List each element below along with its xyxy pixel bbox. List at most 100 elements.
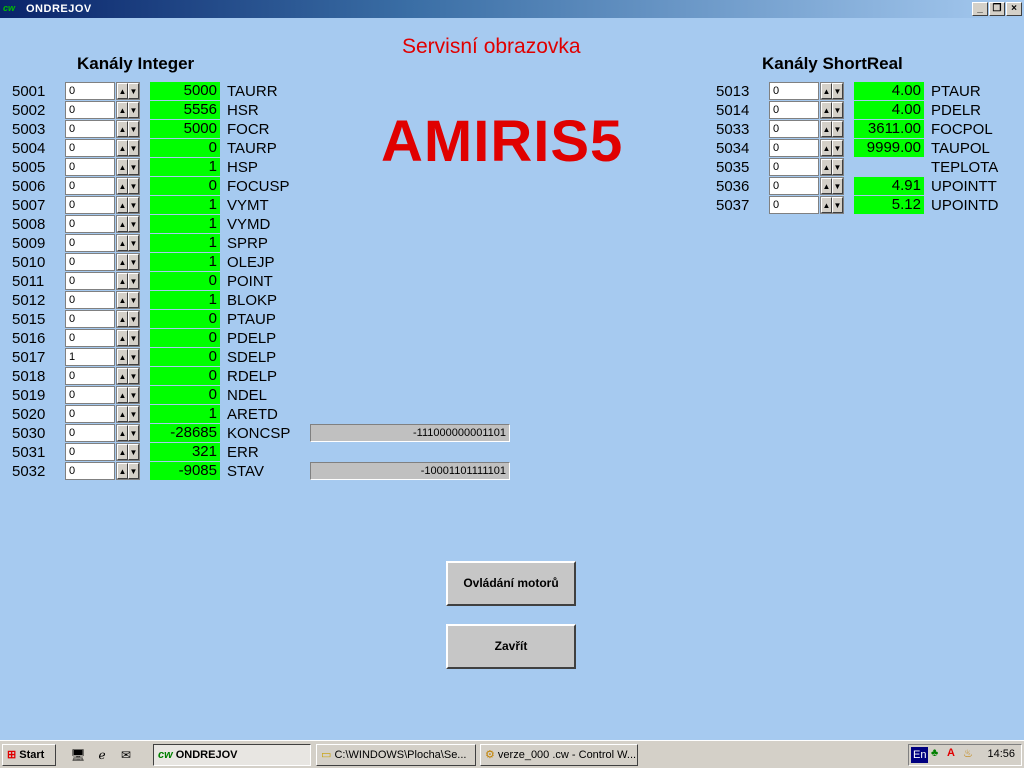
motor-control-button[interactable]: Ovládání motorů [446,561,576,606]
arrow-down-icon[interactable]: ▼ [128,387,139,403]
arrow-up-icon[interactable]: ▲ [117,159,128,175]
arrow-down-icon[interactable]: ▼ [128,216,139,232]
task-ondrejov[interactable]: cw ONDREJOV [153,744,311,766]
spin-control[interactable]: ▲ ▼ [820,196,844,214]
tray-app-icon[interactable]: ♣ [931,747,938,759]
arrow-up-icon[interactable]: ▲ [117,102,128,118]
arrow-down-icon[interactable]: ▼ [832,121,843,137]
arrow-up-icon[interactable]: ▲ [117,406,128,422]
spin-control[interactable]: ▲ ▼ [820,120,844,138]
arrow-up-icon[interactable]: ▲ [117,83,128,99]
channel-input[interactable] [769,177,819,195]
title-bar[interactable]: cw ONDREJOV _ ❐ × [0,0,1024,18]
channel-input[interactable] [65,120,115,138]
close-button[interactable]: Zavřít [446,624,576,669]
arrow-up-icon[interactable]: ▲ [117,311,128,327]
channel-input[interactable] [65,234,115,252]
spin-control[interactable]: ▲ ▼ [116,291,140,309]
spin-control[interactable]: ▲ ▼ [116,158,140,176]
arrow-down-icon[interactable]: ▼ [128,273,139,289]
arrow-down-icon[interactable]: ▼ [128,178,139,194]
ie-icon[interactable]: ℯ [94,747,110,763]
arrow-up-icon[interactable]: ▲ [117,273,128,289]
spin-control[interactable]: ▲ ▼ [116,386,140,404]
arrow-down-icon[interactable]: ▼ [128,159,139,175]
spin-control[interactable]: ▲ ▼ [116,272,140,290]
channel-input[interactable] [65,253,115,271]
arrow-up-icon[interactable]: ▲ [117,216,128,232]
channel-input[interactable] [65,443,115,461]
channel-input[interactable] [769,158,819,176]
arrow-up-icon[interactable]: ▲ [117,425,128,441]
channel-input[interactable] [65,139,115,157]
arrow-down-icon[interactable]: ▼ [128,444,139,460]
arrow-up-icon[interactable]: ▲ [117,349,128,365]
spin-control[interactable]: ▲ ▼ [116,253,140,271]
language-indicator[interactable]: En [911,747,929,763]
arrow-down-icon[interactable]: ▼ [128,349,139,365]
arrow-up-icon[interactable]: ▲ [117,121,128,137]
arrow-up-icon[interactable]: ▲ [821,102,832,118]
channel-input[interactable] [65,215,115,233]
spin-control[interactable]: ▲ ▼ [820,177,844,195]
ati-icon[interactable]: A [947,747,955,759]
arrow-down-icon[interactable]: ▼ [128,368,139,384]
spin-control[interactable]: ▲ ▼ [820,139,844,157]
arrow-up-icon[interactable]: ▲ [117,178,128,194]
show-desktop-icon[interactable]: 🖥 [70,747,86,763]
task-control-web[interactable]: ⚙ verze_000 .cw - Control W... [480,744,638,766]
arrow-down-icon[interactable]: ▼ [128,330,139,346]
arrow-down-icon[interactable]: ▼ [128,121,139,137]
spin-control[interactable]: ▲ ▼ [116,443,140,461]
spin-control[interactable]: ▲ ▼ [116,367,140,385]
arrow-down-icon[interactable]: ▼ [128,311,139,327]
spin-control[interactable]: ▲ ▼ [116,234,140,252]
channel-input[interactable] [65,367,115,385]
arrow-down-icon[interactable]: ▼ [128,254,139,270]
arrow-down-icon[interactable]: ▼ [128,292,139,308]
channel-input[interactable] [769,139,819,157]
spin-control[interactable]: ▲ ▼ [116,196,140,214]
spin-control[interactable]: ▲ ▼ [116,310,140,328]
arrow-up-icon[interactable]: ▲ [117,463,128,479]
arrow-down-icon[interactable]: ▼ [832,178,843,194]
tray-app-icon-2[interactable]: ♨ [963,747,973,760]
arrow-down-icon[interactable]: ▼ [832,140,843,156]
channel-input[interactable] [769,120,819,138]
arrow-up-icon[interactable]: ▲ [117,330,128,346]
spin-control[interactable]: ▲ ▼ [116,348,140,366]
arrow-up-icon[interactable]: ▲ [117,235,128,251]
arrow-down-icon[interactable]: ▼ [128,83,139,99]
channel-input[interactable] [65,158,115,176]
channel-input[interactable] [65,329,115,347]
spin-control[interactable]: ▲ ▼ [820,101,844,119]
spin-control[interactable]: ▲ ▼ [116,177,140,195]
restore-button[interactable]: ❐ [989,2,1005,16]
channel-input[interactable] [769,101,819,119]
task-explorer[interactable]: ▭ C:\WINDOWS\Plocha\Se... [316,744,476,766]
arrow-down-icon[interactable]: ▼ [128,102,139,118]
spin-control[interactable]: ▲ ▼ [116,405,140,423]
channel-input[interactable] [65,462,115,480]
start-button[interactable]: ⊞ Start [2,744,56,766]
channel-input[interactable] [769,196,819,214]
arrow-up-icon[interactable]: ▲ [117,387,128,403]
arrow-up-icon[interactable]: ▲ [821,83,832,99]
spin-control[interactable]: ▲ ▼ [116,424,140,442]
arrow-up-icon[interactable]: ▲ [117,368,128,384]
channel-input[interactable] [65,348,115,366]
spin-control[interactable]: ▲ ▼ [116,329,140,347]
arrow-down-icon[interactable]: ▼ [832,83,843,99]
arrow-down-icon[interactable]: ▼ [128,406,139,422]
close-window-button[interactable]: × [1006,2,1022,16]
spin-control[interactable]: ▲ ▼ [820,158,844,176]
arrow-up-icon[interactable]: ▲ [821,197,832,213]
arrow-down-icon[interactable]: ▼ [128,197,139,213]
spin-control[interactable]: ▲ ▼ [116,101,140,119]
arrow-up-icon[interactable]: ▲ [821,140,832,156]
spin-control[interactable]: ▲ ▼ [116,139,140,157]
arrow-down-icon[interactable]: ▼ [832,159,843,175]
arrow-up-icon[interactable]: ▲ [117,444,128,460]
channel-input[interactable] [65,291,115,309]
channel-input[interactable] [65,310,115,328]
